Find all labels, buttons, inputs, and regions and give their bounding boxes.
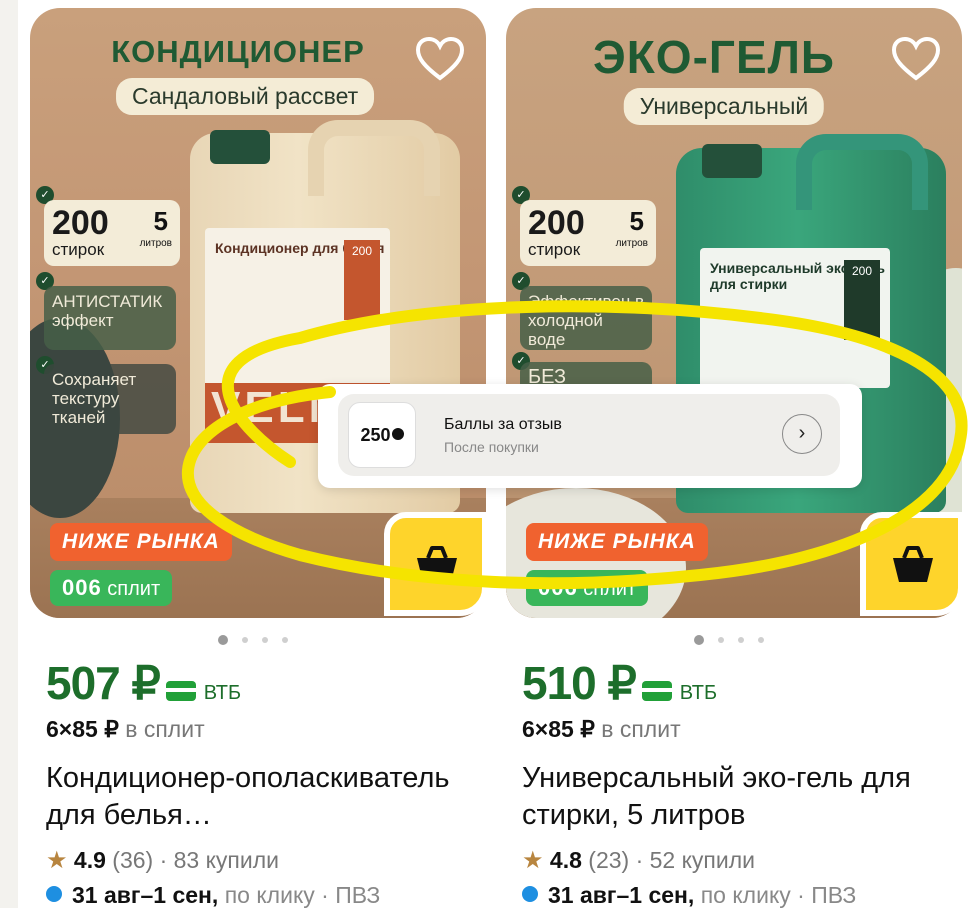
- heart-icon[interactable]: [414, 34, 466, 86]
- add-to-cart-button[interactable]: [384, 512, 488, 616]
- delivery-row: 31 авг–1 сен, по клику · ПВЗ: [522, 882, 856, 909]
- price: 507 ₽: [46, 657, 161, 709]
- chevron-right-icon[interactable]: ›: [782, 414, 822, 454]
- label-number: 200: [844, 260, 880, 340]
- basket-icon: [893, 546, 933, 582]
- popup-title: Баллы за отзыв: [444, 416, 562, 433]
- pagination-dot: [758, 637, 764, 643]
- dot-icon: [522, 886, 538, 902]
- split-badge-suffix: сплит: [583, 578, 637, 600]
- delivery-date: 31 авг–1 сен,: [72, 882, 219, 908]
- bank-card-icon: [165, 681, 196, 701]
- split-badge-number: 006: [62, 575, 102, 600]
- delivery-method: по клику · ПВЗ: [700, 882, 857, 908]
- points-value: 250: [360, 425, 391, 445]
- bought-count: · 52 купили: [635, 847, 755, 873]
- price-row: 510 ₽ ВТБ: [522, 656, 717, 710]
- canister-cap: [210, 130, 270, 164]
- bank-card-icon: [641, 681, 672, 701]
- price-row: 507 ₽ ВТБ: [46, 656, 241, 710]
- page-edge: [0, 0, 18, 908]
- pagination-dot-active: [694, 635, 704, 645]
- split-price: 6×85 ₽: [522, 716, 595, 742]
- liters-number: 5: [629, 206, 644, 236]
- rating-value: 4.8: [549, 847, 582, 873]
- star-icon: ★: [46, 847, 68, 874]
- pagination-dot: [282, 637, 288, 643]
- coin-icon: [391, 428, 404, 440]
- heart-icon[interactable]: [890, 34, 942, 86]
- split-payment: 6×85 ₽ в сплит: [522, 716, 681, 743]
- bought-count: · 83 купили: [159, 847, 279, 873]
- bank-name: ВТБ: [203, 682, 242, 704]
- liters-label: литров: [615, 238, 648, 249]
- image-pagination: [218, 630, 302, 648]
- delivery-date: 31 авг–1 сен,: [548, 882, 695, 908]
- review-count: (23): [588, 847, 630, 873]
- basket-icon: [417, 546, 457, 582]
- feature-texture: Сохраняет текстуру тканей: [44, 364, 176, 434]
- price: 510 ₽: [522, 657, 637, 709]
- split-suffix: в сплит: [125, 716, 205, 742]
- split-badge: 006 сплит: [526, 570, 649, 606]
- canister-handle: [308, 120, 440, 196]
- liters-label: литров: [139, 238, 172, 249]
- canister-label: Универсальный эко-гель для стирки 200: [700, 248, 890, 388]
- canister-cap: [702, 144, 762, 178]
- liters-number: 5: [153, 206, 168, 236]
- pagination-dot: [262, 637, 268, 643]
- split-badge: 006 сплит: [50, 570, 173, 606]
- dot-icon: [46, 886, 62, 902]
- delivery-method: по клику · ПВЗ: [224, 882, 381, 908]
- add-to-cart-button[interactable]: [860, 512, 964, 616]
- pagination-dot: [718, 637, 724, 643]
- review-count: (36): [112, 847, 154, 873]
- image-subtitle: Универсальный: [623, 88, 825, 125]
- feature-cold-water: Эффективен в холодной воде: [520, 286, 652, 350]
- pagination-dot: [242, 637, 248, 643]
- review-points-banner[interactable]: 250 Баллы за отзыв После покупки ›: [338, 394, 840, 476]
- canister-label: Кондиционер для белья 200: [205, 228, 390, 408]
- below-market-badge: НИЖЕ РЫНКА: [50, 523, 232, 561]
- image-subtitle: Сандаловый рассвет: [116, 78, 375, 115]
- image-headline: КОНДИЦИОНЕР: [111, 34, 365, 69]
- feature-antistatic: АНТИСТАТИК эффект: [44, 286, 176, 350]
- split-badge-suffix: сплит: [107, 578, 161, 600]
- popup-subtitle: После покупки: [444, 439, 539, 455]
- split-badge-number: 006: [538, 575, 578, 600]
- split-suffix: в сплит: [601, 716, 681, 742]
- image-headline: ЭКО-ГЕЛЬ: [593, 31, 835, 83]
- rating-row: ★ 4.8 (23) · 52 купили: [522, 846, 755, 875]
- split-price: 6×85 ₽: [46, 716, 119, 742]
- delivery-row: 31 авг–1 сен, по клику · ПВЗ: [46, 882, 380, 909]
- below-market-badge: НИЖЕ РЫНКА: [526, 523, 708, 561]
- canister-handle: [796, 134, 928, 210]
- split-payment: 6×85 ₽ в сплит: [46, 716, 205, 743]
- pagination-dot: [738, 637, 744, 643]
- label-number: 200: [344, 240, 380, 320]
- rating-row: ★ 4.9 (36) · 83 купили: [46, 846, 279, 875]
- review-points-popup[interactable]: 250 Баллы за отзыв После покупки ›: [318, 384, 862, 488]
- rating-value: 4.9: [73, 847, 106, 873]
- image-pagination: [694, 630, 778, 648]
- washes-badge: 200 стирок 5 литров: [44, 200, 180, 266]
- product-name[interactable]: Универсальный эко-гель для стирки, 5 лит…: [522, 760, 952, 834]
- star-icon: ★: [522, 847, 544, 874]
- points-badge: 250: [348, 402, 416, 468]
- product-name[interactable]: Кондиционер-ополаскиватель для белья…: [46, 760, 476, 834]
- bank-name: ВТБ: [679, 682, 718, 704]
- pagination-dot-active: [218, 635, 228, 645]
- washes-badge: 200 стирок 5 литров: [520, 200, 656, 266]
